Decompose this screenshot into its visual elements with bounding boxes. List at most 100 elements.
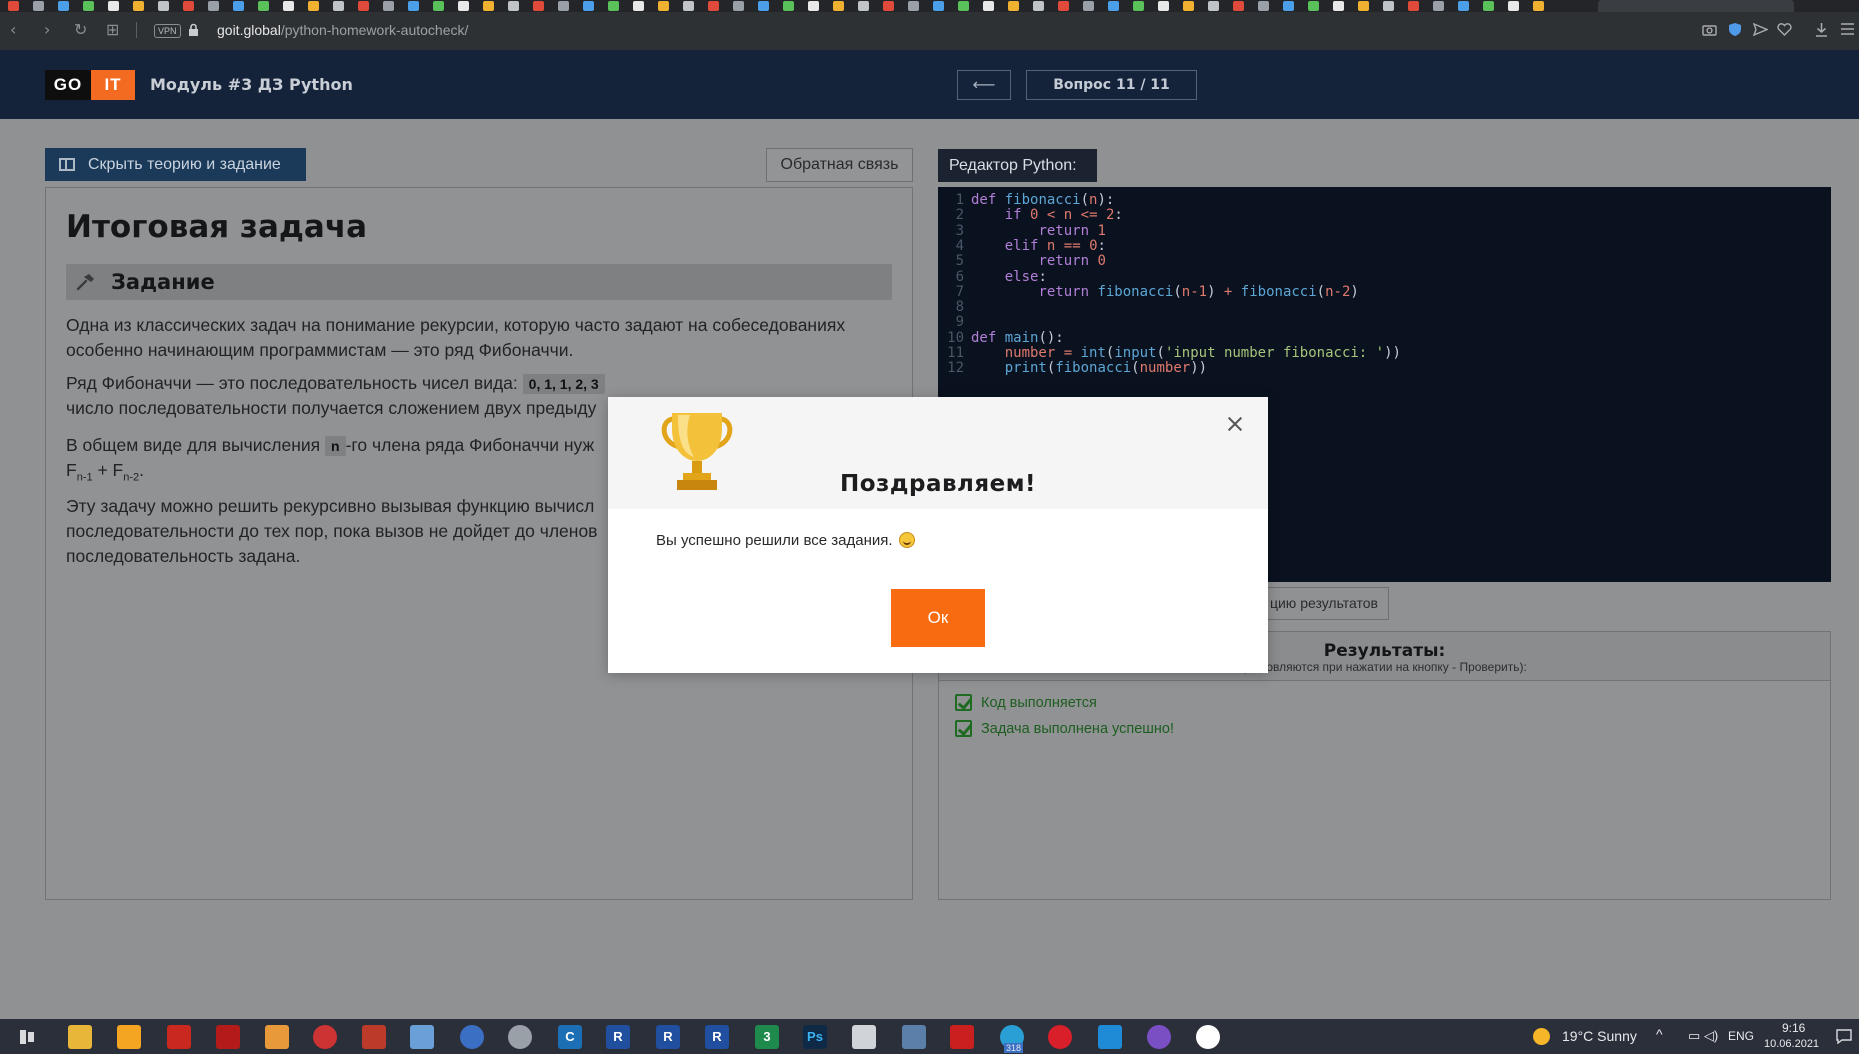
app-blue-icon[interactable] (410, 1025, 434, 1049)
browser-tab-favicon[interactable] (1033, 1, 1044, 11)
browser-tab-favicon[interactable] (783, 1, 794, 11)
camera-icon[interactable] (1702, 23, 1717, 36)
browser-tab-favicon[interactable] (33, 1, 44, 11)
browser-tab-favicon[interactable] (158, 1, 169, 11)
back-icon[interactable]: ‹ (10, 20, 16, 40)
close-icon[interactable] (1227, 416, 1243, 432)
browser-tab-favicon[interactable] (8, 1, 19, 11)
active-browser-tab[interactable] (1598, 0, 1794, 12)
browser-tab-favicon[interactable] (558, 1, 569, 11)
feedback-button[interactable]: Обратная связь (766, 148, 913, 182)
browser-tab-favicon[interactable] (483, 1, 494, 11)
shield-icon[interactable] (1728, 22, 1742, 37)
task-view-icon[interactable] (20, 1030, 34, 1044)
browser-tab-favicon[interactable] (958, 1, 969, 11)
browser-tab-favicon[interactable] (583, 1, 594, 11)
browser-tab-favicon[interactable] (108, 1, 119, 11)
outlook-icon[interactable] (117, 1025, 141, 1049)
revit-icon[interactable]: R (656, 1025, 680, 1049)
heart-icon[interactable] (1777, 23, 1792, 36)
clock-date[interactable]: 10.06.2021 (1764, 1038, 1819, 1050)
previous-question-button[interactable]: ⟵ (957, 70, 1011, 100)
revit-icon[interactable]: R (606, 1025, 630, 1049)
app-c-icon[interactable]: C (558, 1025, 582, 1049)
browser-tab-favicon[interactable] (1233, 1, 1244, 11)
browser-tab-favicon[interactable] (533, 1, 544, 11)
app-circle-icon[interactable] (313, 1025, 337, 1049)
slack-icon[interactable] (1196, 1025, 1220, 1049)
app-red-icon[interactable] (167, 1025, 191, 1049)
browser-tab-favicon[interactable] (208, 1, 219, 11)
browser-tab-favicon[interactable] (633, 1, 644, 11)
file-explorer-icon[interactable] (68, 1025, 92, 1049)
browser-tab-favicon[interactable] (1383, 1, 1394, 11)
notifications-icon[interactable] (1836, 1029, 1852, 1044)
browser-tab-favicon[interactable] (408, 1, 419, 11)
browser-tab-favicon[interactable] (1308, 1, 1319, 11)
app-gray-icon[interactable] (508, 1025, 532, 1049)
browser-tab-favicon[interactable] (1108, 1, 1119, 11)
browser-tab-favicon[interactable] (833, 1, 844, 11)
browser-tab-favicon[interactable] (1358, 1, 1369, 11)
reload-icon[interactable]: ↻ (74, 20, 87, 40)
vpn-badge[interactable]: VPN (154, 24, 181, 38)
browser-tab-favicon[interactable] (733, 1, 744, 11)
browser-tab-favicon[interactable] (1058, 1, 1069, 11)
browser-tab-favicon[interactable] (508, 1, 519, 11)
browser-tab-favicon[interactable] (1408, 1, 1419, 11)
send-icon[interactable] (1753, 23, 1768, 36)
app-10-icon[interactable] (902, 1025, 926, 1049)
browser-tab-favicon[interactable] (308, 1, 319, 11)
browser-tab-favicon[interactable] (1533, 1, 1544, 11)
app-light-icon[interactable] (852, 1025, 876, 1049)
app-3-icon[interactable]: 3 (755, 1025, 779, 1049)
browser-tab-favicon[interactable] (183, 1, 194, 11)
viber-icon[interactable] (1147, 1025, 1171, 1049)
browser-tab-favicon[interactable] (858, 1, 869, 11)
browser-tab-favicon[interactable] (608, 1, 619, 11)
browser-tab-favicon[interactable] (1083, 1, 1094, 11)
browser-tab-favicon[interactable] (458, 1, 469, 11)
browser-tab-favicon[interactable] (983, 1, 994, 11)
hide-theory-button[interactable]: Скрыть теорию и задание (45, 148, 306, 181)
browser-tab-favicon[interactable] (83, 1, 94, 11)
browser-tab-favicon[interactable] (683, 1, 694, 11)
browser-tab-favicon[interactable] (808, 1, 819, 11)
browser-tab-favicon[interactable] (1158, 1, 1169, 11)
tray-chevron-icon[interactable]: ^ (1656, 1026, 1663, 1042)
browser-tab-favicon[interactable] (1508, 1, 1519, 11)
browser-tab-favicon[interactable] (58, 1, 69, 11)
opera-icon[interactable] (1048, 1025, 1072, 1049)
browser-tab-favicon[interactable] (133, 1, 144, 11)
browser-tab-favicon[interactable] (283, 1, 294, 11)
app-tool-icon[interactable] (362, 1025, 386, 1049)
browser-tab-favicon[interactable] (658, 1, 669, 11)
browser-tab-favicon[interactable] (433, 1, 444, 11)
browser-tab-favicon[interactable] (1183, 1, 1194, 11)
clock-time[interactable]: 9:16 (1782, 1021, 1805, 1035)
goit-logo[interactable]: GO IT (45, 70, 135, 100)
download-icon[interactable] (1815, 22, 1828, 37)
browser-tab-favicon[interactable] (908, 1, 919, 11)
url-field[interactable]: goit.global/python-homework-autocheck/ (217, 21, 468, 39)
photoshop-icon[interactable]: Ps (803, 1025, 827, 1049)
browser-tab-favicon[interactable] (383, 1, 394, 11)
browser-tab-favicon[interactable] (758, 1, 769, 11)
browser-tab-favicon[interactable] (1133, 1, 1144, 11)
browser-tab-favicon[interactable] (933, 1, 944, 11)
browser-tab-favicon[interactable] (1458, 1, 1469, 11)
browser-tab-favicon[interactable] (883, 1, 894, 11)
app-triangle-icon[interactable] (950, 1025, 974, 1049)
question-counter[interactable]: Вопрос 11 / 11 (1026, 70, 1197, 100)
tray-icons[interactable]: ▭ ◁) (1688, 1028, 1718, 1044)
weather-label[interactable]: 19°C Sunny (1562, 1028, 1637, 1044)
forward-icon[interactable]: › (44, 20, 50, 40)
language-indicator[interactable]: ENG (1728, 1029, 1754, 1043)
browser-tab-favicon[interactable] (1008, 1, 1019, 11)
browser-tab-favicon[interactable] (233, 1, 244, 11)
browser-tab-favicon[interactable] (333, 1, 344, 11)
solidworks-icon[interactable] (216, 1025, 240, 1049)
speed-dial-icon[interactable]: ⊞ (106, 20, 119, 40)
app-orange-icon[interactable] (265, 1025, 289, 1049)
vscode-icon[interactable] (1098, 1025, 1122, 1049)
